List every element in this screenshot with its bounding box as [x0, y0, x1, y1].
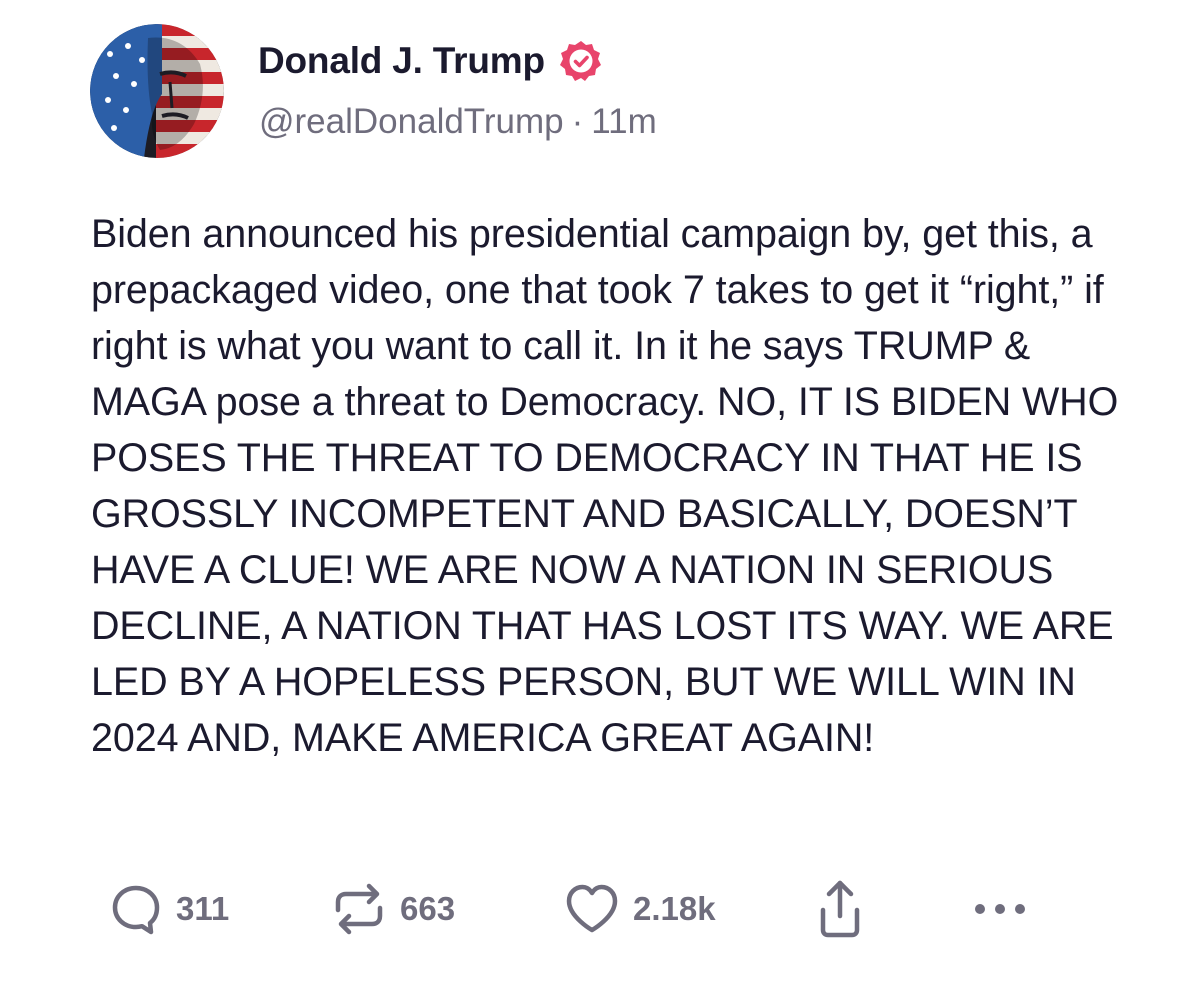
author-handle[interactable]: @realDonaldTrump [259, 102, 564, 141]
share-button[interactable] [815, 878, 865, 940]
author-name-row: Donald J. Trump [258, 36, 603, 86]
repost-button[interactable]: 663 [330, 878, 455, 940]
author-meta: @realDonaldTrump · 11m [259, 102, 657, 142]
flag-portrait-avatar [90, 24, 224, 158]
reply-button[interactable]: 311 [108, 878, 229, 940]
repost-count: 663 [400, 890, 456, 927]
author-avatar[interactable] [90, 24, 224, 158]
like-button[interactable]: 2.18k [563, 878, 716, 940]
like-count: 2.18k [633, 890, 716, 927]
reply-count: 311 [176, 890, 230, 927]
repost-arrows-icon [335, 883, 383, 935]
truth-social-post: Donald J. Trump @realDonaldTrump · 11m Bid… [0, 0, 1200, 993]
post-timestamp[interactable]: 11m [591, 102, 657, 141]
share-icon [820, 880, 860, 938]
more-dots-icon [975, 904, 1025, 914]
heart-icon [566, 884, 618, 933]
post-text: Biden announced his presidential campaig… [91, 212, 1119, 760]
reply-bubble-icon [112, 885, 160, 935]
verified-badge-icon [559, 39, 603, 83]
author-display-name[interactable]: Donald J. Trump [258, 40, 545, 82]
meta-separator: · [571, 102, 584, 141]
more-options-button[interactable] [970, 878, 1030, 940]
post-action-bar: 311 663 2.18k [0, 878, 1200, 940]
